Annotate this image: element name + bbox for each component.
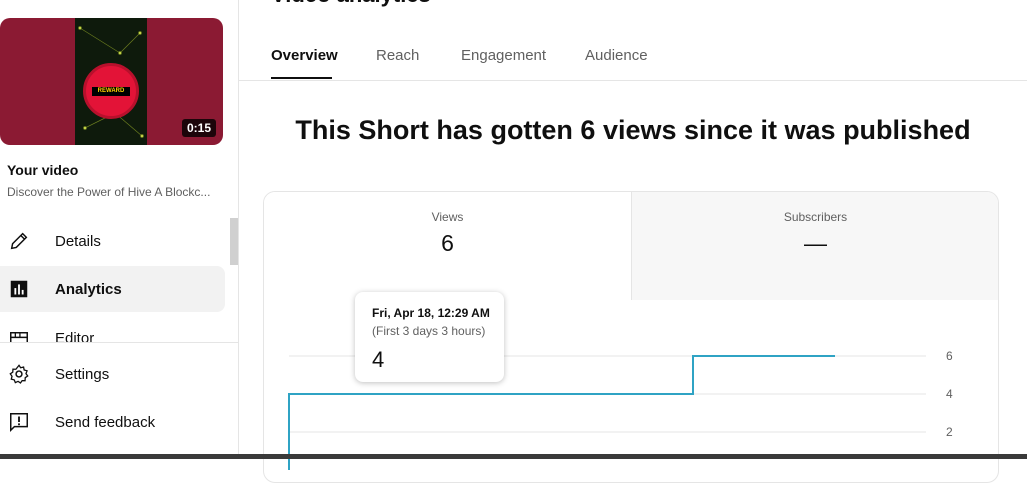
tab-reach[interactable]: Reach <box>376 47 419 64</box>
gear-icon <box>9 364 29 384</box>
page-title: Video analytics <box>271 0 431 8</box>
video-duration: 0:15 <box>181 119 216 137</box>
metric-value: 6 <box>441 230 454 256</box>
film-icon <box>10 332 28 342</box>
y-tick-label: 2 <box>946 425 953 439</box>
video-title[interactable]: Discover the Power of Hive A Blockc... <box>7 185 222 199</box>
metric-views-tab[interactable]: Views 6 <box>264 192 631 300</box>
views-headline: This Short has gotten 6 views since it w… <box>295 115 971 145</box>
feedback-icon <box>10 413 28 433</box>
sidebar-item-label: Details <box>55 232 101 250</box>
hive-logo-icon: REWARD <box>83 63 139 119</box>
tab-active-indicator <box>271 77 332 79</box>
chart-tooltip: Fri, Apr 18, 12:29 AM (First 3 days 3 ho… <box>355 292 504 382</box>
sidebar-item-send-feedback[interactable]: Send feedback <box>0 399 225 445</box>
tooltip-value: 4 <box>372 347 385 372</box>
metric-label: Subscribers <box>783 210 848 224</box>
sidebar-item-details[interactable]: Details <box>0 218 225 264</box>
tab-audience[interactable]: Audience <box>585 47 648 64</box>
y-tick-label: 4 <box>946 387 953 401</box>
sidebar-item-label: Analytics <box>55 280 122 298</box>
metric-label: Views <box>431 210 464 224</box>
video-thumbnail[interactable]: REWARD 0:15 <box>0 18 223 145</box>
tab-overview[interactable]: Overview <box>271 47 338 64</box>
metric-value: — <box>804 230 827 256</box>
tab-engagement[interactable]: Engagement <box>461 47 546 64</box>
analytics-icon <box>10 280 28 298</box>
y-tick-label: 6 <box>946 349 953 363</box>
your-video-label: Your video <box>7 162 79 178</box>
sidebar-item-label: Send feedback <box>55 413 156 431</box>
bottom-bar <box>0 454 1027 459</box>
sidebar-item-label: Settings <box>55 365 110 383</box>
sidebar-divider <box>0 342 238 343</box>
sidebar-item-label: Editor <box>55 330 95 342</box>
thumbnail-badge: REWARD <box>92 87 130 96</box>
tooltip-subtitle: (First 3 days 3 hours) <box>372 324 486 338</box>
sidebar-item-editor[interactable]: Editor <box>0 314 238 342</box>
tooltip-date: Fri, Apr 18, 12:29 AM <box>372 306 490 320</box>
metric-subscribers-tab[interactable]: Subscribers — <box>631 192 998 300</box>
sidebar-item-settings[interactable]: Settings <box>0 351 225 397</box>
sidebar: REWARD 0:15 Your video Discover the Powe… <box>0 0 239 459</box>
tabs-divider <box>239 80 1027 81</box>
sidebar-item-analytics[interactable]: Analytics <box>0 266 225 312</box>
sidebar-scrollbar[interactable] <box>230 218 238 265</box>
pencil-icon <box>10 232 28 250</box>
